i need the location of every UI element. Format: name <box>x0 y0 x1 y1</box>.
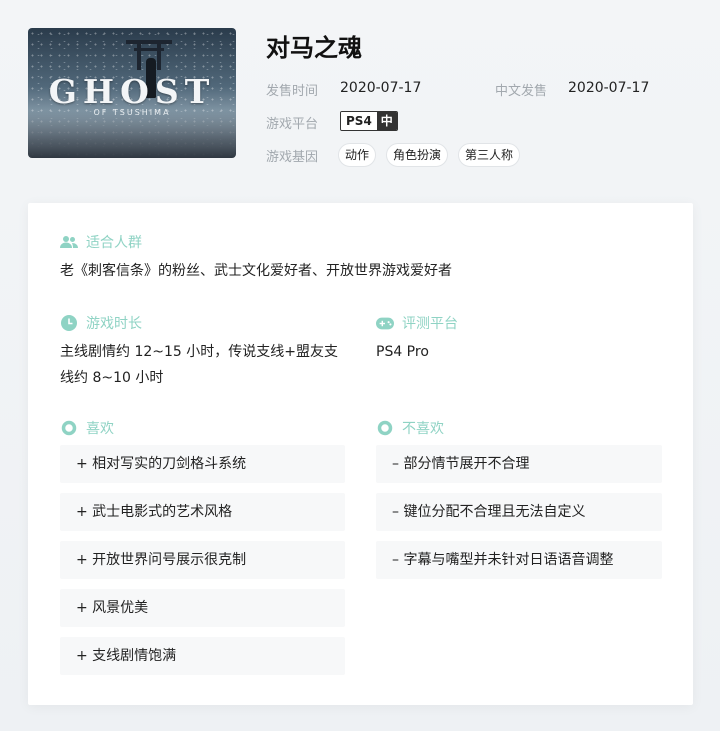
audience-header: 适合人群 <box>60 232 142 252</box>
platform-name: PS4 <box>341 112 377 130</box>
dislike-item: – 键位分配不合理且无法自定义 <box>376 493 662 531</box>
genre-tags: 动作 角色扮演 第三人称 <box>338 143 521 167</box>
release-label: 发售时间 <box>266 84 319 99</box>
like-item: + 相对写实的刀剑格斗系统 <box>60 445 345 483</box>
review-card: 适合人群 老《刺客信条》的粉丝、武士文化爱好者、开放世界游戏爱好者 游戏时长 主… <box>28 203 693 705</box>
cover-foreground <box>28 110 236 158</box>
dislike-item: – 字幕与嘴型并未针对日语语音调整 <box>376 541 662 579</box>
audience-title: 适合人群 <box>86 235 142 251</box>
duration-text-line1: 主线剧情约 12~15 小时，传说支线+盟友支 <box>60 344 338 360</box>
review-platform-text: PS4 Pro <box>376 344 429 360</box>
review-platform-header: 评测平台 <box>376 313 458 333</box>
duration-text-line2: 线约 8~10 小时 <box>60 370 164 386</box>
dislikes-title: 不喜欢 <box>402 421 444 437</box>
gamepad-icon <box>376 314 394 332</box>
like-item: + 风景优美 <box>60 589 345 627</box>
cn-release-label: 中文发售 <box>495 84 548 99</box>
audience-text: 老《刺客信条》的粉丝、武士文化爱好者、开放世界游戏爱好者 <box>60 263 452 279</box>
genre-label: 游戏基因 <box>266 150 319 165</box>
release-value: 2020-07-17 <box>340 80 422 96</box>
cn-release-value: 2020-07-17 <box>568 80 650 96</box>
people-icon <box>60 233 78 251</box>
duration-title: 游戏时长 <box>86 316 142 332</box>
genre-tag[interactable]: 动作 <box>338 143 377 167</box>
dislikes-header: 不喜欢 <box>376 418 444 438</box>
cover-logo-sub: OF TSUSHIMA <box>93 108 171 117</box>
game-cover-image[interactable]: GHOST OF TSUSHIMA <box>28 28 236 158</box>
like-item: + 开放世界问号展示很克制 <box>60 541 345 579</box>
genre-tag[interactable]: 第三人称 <box>458 143 521 167</box>
like-item: + 支线剧情饱满 <box>60 637 345 675</box>
cover-logo: GHOST <box>48 72 216 111</box>
chinese-support-badge: 中 <box>376 112 397 130</box>
likes-header: 喜欢 <box>60 418 114 438</box>
genre-tag[interactable]: 角色扮演 <box>386 143 449 167</box>
review-platform-title: 评测平台 <box>402 316 458 332</box>
platform-badge[interactable]: PS4 中 <box>340 111 398 131</box>
like-item: + 武士电影式的艺术风格 <box>60 493 345 531</box>
likes-title: 喜欢 <box>86 421 114 437</box>
game-title: 对马之魂 <box>266 34 362 62</box>
duration-header: 游戏时长 <box>60 313 142 333</box>
dislike-item: – 部分情节展开不合理 <box>376 445 662 483</box>
duration-text: 主线剧情约 12~15 小时，传说支线+盟友支 线约 8~10 小时 <box>60 339 338 391</box>
clock-icon <box>60 314 78 332</box>
platform-label: 游戏平台 <box>266 117 319 132</box>
ring-icon <box>376 419 394 437</box>
game-header: GHOST OF TSUSHIMA 对马之魂 发售时间 2020-07-17 中… <box>0 0 720 200</box>
ring-icon <box>60 419 78 437</box>
